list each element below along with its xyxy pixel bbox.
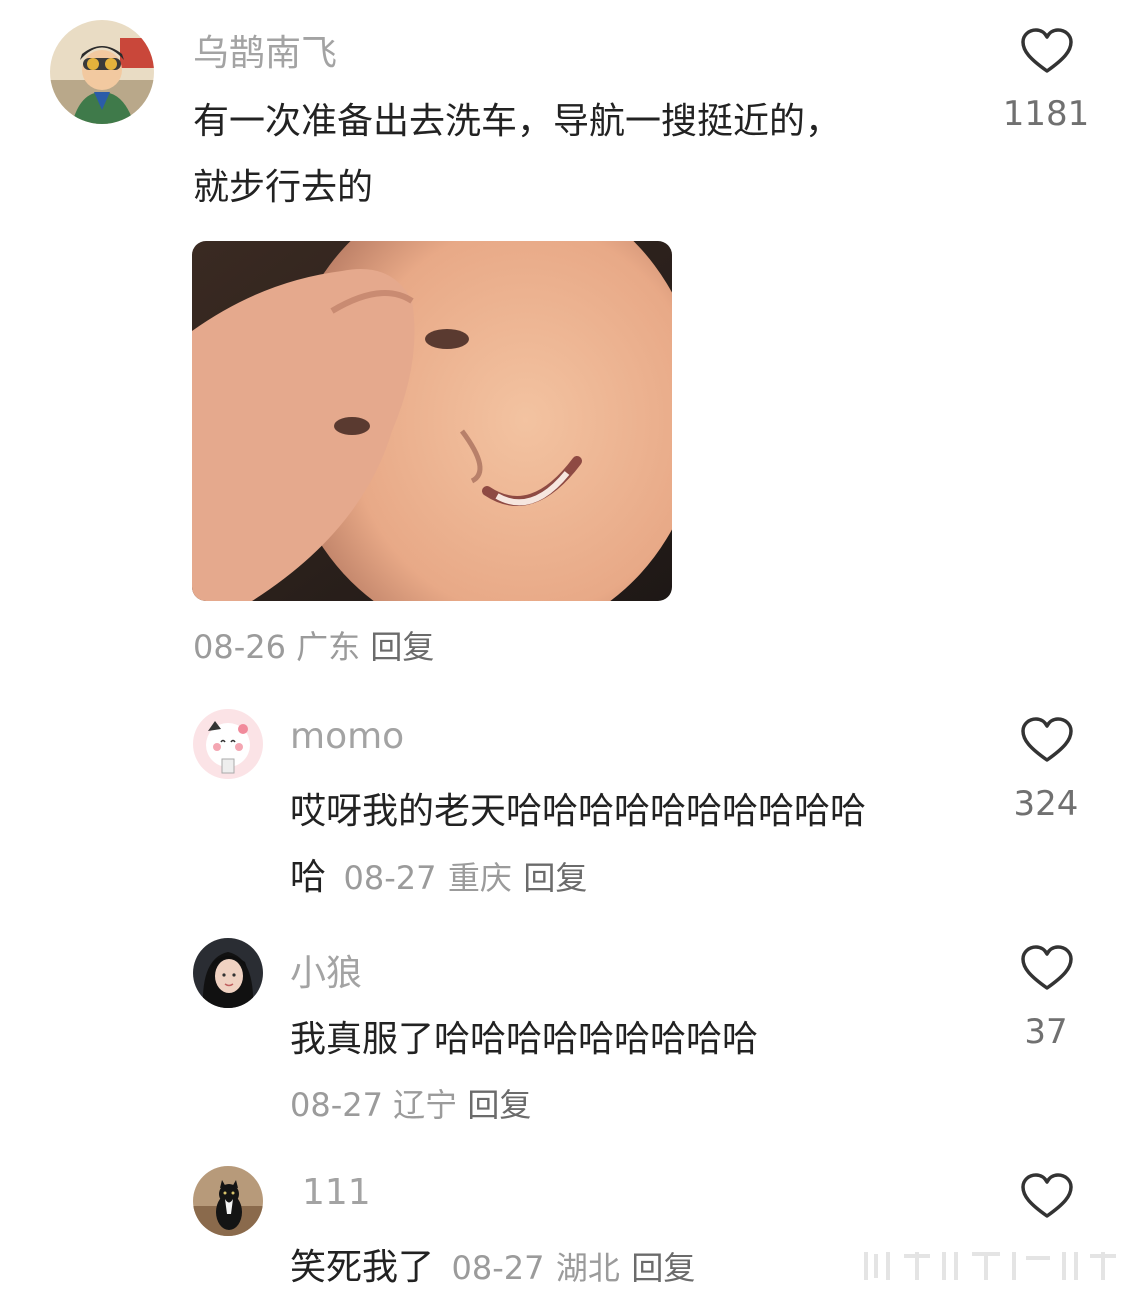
heart-outline-icon[interactable] bbox=[1020, 27, 1074, 75]
reply-button[interactable]: 回复 bbox=[370, 628, 434, 666]
comment-date: 08-26 bbox=[193, 628, 286, 666]
avatar[interactable] bbox=[193, 938, 263, 1008]
comment-text: 哎呀我的老天哈哈哈哈哈哈哈哈哈哈 bbox=[290, 791, 867, 832]
comment-image[interactable] bbox=[192, 241, 672, 601]
comment-meta: 08-26 广东 回复 bbox=[193, 622, 434, 668]
username[interactable]: 111 bbox=[302, 1172, 371, 1213]
avatar[interactable] bbox=[50, 20, 154, 124]
comment-text: 我真服了哈哈哈哈哈哈哈哈哈 bbox=[290, 1019, 759, 1060]
avatar[interactable] bbox=[193, 1166, 263, 1236]
comment-text-tail: 哈 bbox=[290, 857, 327, 898]
comment-meta: 08-27 辽宁 回复 bbox=[290, 1080, 531, 1126]
reply-button[interactable]: 回复 bbox=[523, 859, 587, 897]
comment-text: 笑死我了 08-27 湖北 回复 bbox=[290, 1238, 695, 1290]
comment-location: 重庆 bbox=[447, 859, 512, 897]
heart-outline-icon[interactable] bbox=[1020, 1172, 1074, 1220]
comment-text-continued: 哈 08-27 重庆 回复 bbox=[290, 848, 587, 900]
heart-outline-icon[interactable] bbox=[1020, 944, 1074, 992]
username[interactable]: 乌鹊南飞 bbox=[193, 24, 337, 76]
comment-location: 湖北 bbox=[555, 1249, 620, 1287]
comment-location: 广东 bbox=[296, 628, 361, 666]
username[interactable]: momo bbox=[290, 716, 404, 757]
reply-button[interactable]: 回复 bbox=[631, 1249, 695, 1287]
comment-date: 08-27 bbox=[451, 1249, 545, 1287]
reply-button[interactable]: 回复 bbox=[467, 1086, 531, 1124]
comment-date: 08-27 bbox=[290, 1086, 383, 1124]
like-count: 1181 bbox=[1002, 94, 1090, 134]
comment-text: 有一次准备出去洗车，导航一搜挺近的， bbox=[193, 101, 842, 142]
comment-text-continued: 就步行去的 bbox=[193, 167, 374, 208]
comment-date: 08-27 bbox=[343, 859, 437, 897]
comment-location: 辽宁 bbox=[393, 1086, 458, 1124]
username[interactable]: 小狼 bbox=[290, 944, 362, 996]
watermark bbox=[860, 1248, 1120, 1284]
like-count: 37 bbox=[1024, 1012, 1068, 1052]
heart-outline-icon[interactable] bbox=[1020, 716, 1074, 764]
like-count: 324 bbox=[1013, 784, 1079, 824]
avatar[interactable] bbox=[193, 709, 263, 779]
comment-text-body: 笑死我了 bbox=[290, 1247, 435, 1288]
